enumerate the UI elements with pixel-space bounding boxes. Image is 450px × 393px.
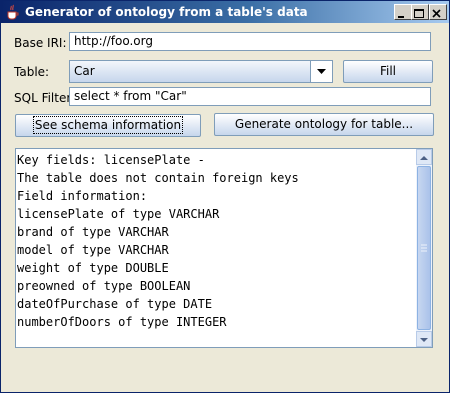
close-icon bbox=[432, 9, 441, 18]
output-text-area[interactable]: Key fields: licensePlate - The table does… bbox=[15, 148, 433, 348]
title-bar[interactable]: Generator of ontology from a table's dat… bbox=[1, 1, 449, 23]
arrow-up-icon bbox=[420, 156, 428, 160]
output-line: brand of type VARCHAR bbox=[17, 225, 169, 239]
output-line: Key fields: licensePlate - bbox=[17, 153, 205, 167]
scroll-up-button[interactable] bbox=[416, 149, 432, 165]
java-cup-icon bbox=[7, 4, 19, 20]
output-lines: Key fields: licensePlate - The table does… bbox=[16, 151, 416, 331]
sql-filter-field[interactable]: select * from "Car" bbox=[69, 87, 431, 106]
maximize-icon bbox=[414, 9, 424, 18]
output-line: The table does not contain foreign keys bbox=[17, 171, 299, 185]
table-selected-value: Car bbox=[74, 64, 95, 78]
combo-dropdown-button[interactable] bbox=[310, 61, 332, 82]
output-line: weight of type DOUBLE bbox=[17, 261, 169, 275]
output-line: numberOfDoors of type INTEGER bbox=[17, 315, 227, 329]
arrow-down-icon bbox=[420, 338, 428, 342]
table-combobox[interactable]: Car bbox=[69, 60, 333, 83]
chevron-down-icon bbox=[317, 69, 326, 74]
close-button[interactable] bbox=[429, 4, 447, 20]
minimize-icon bbox=[398, 16, 404, 18]
output-line: licensePlate of type VARCHAR bbox=[17, 207, 220, 221]
output-line: dateOfPurchase of type DATE bbox=[17, 297, 213, 311]
base-iri-label: Base IRI: bbox=[14, 36, 67, 50]
vertical-scrollbar[interactable] bbox=[416, 149, 432, 347]
table-label: Table: bbox=[14, 65, 50, 79]
output-line: model of type VARCHAR bbox=[17, 243, 169, 257]
output-line: Field information: bbox=[17, 189, 148, 203]
minimize-button[interactable] bbox=[394, 4, 412, 20]
base-iri-field[interactable]: http://foo.org bbox=[69, 32, 431, 51]
maximize-button[interactable] bbox=[411, 4, 429, 20]
generate-ontology-button[interactable]: Generate ontology for table... bbox=[214, 113, 434, 136]
window-title: Generator of ontology from a table's dat… bbox=[25, 5, 308, 19]
output-line: preowned of type BOOLEAN bbox=[17, 279, 191, 293]
fill-button[interactable]: Fill bbox=[343, 60, 433, 83]
sql-filter-label: SQL Filter: bbox=[14, 91, 76, 105]
scroll-down-button[interactable] bbox=[416, 331, 432, 347]
scroll-thumb[interactable] bbox=[417, 166, 431, 330]
app-window: Generator of ontology from a table's dat… bbox=[0, 0, 450, 393]
grip-icon bbox=[421, 244, 427, 252]
see-schema-button[interactable]: See schema information bbox=[15, 114, 201, 137]
